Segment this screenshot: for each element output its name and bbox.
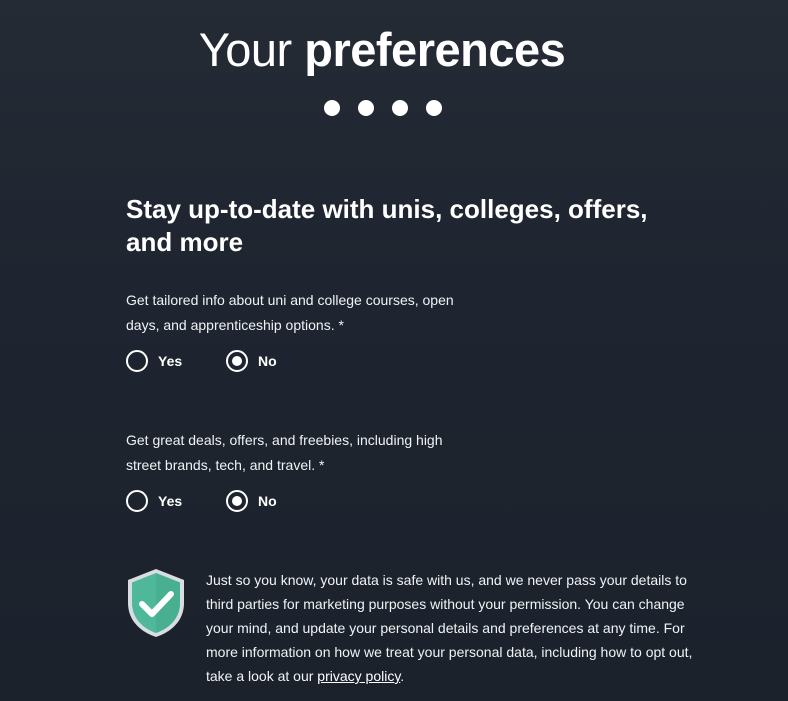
radio-label-yes: Yes	[158, 493, 183, 509]
section-heading: Stay up-to-date with unis, colleges, off…	[126, 194, 648, 257]
privacy-policy-link[interactable]: privacy policy	[317, 668, 400, 684]
shield-check-icon	[128, 569, 184, 637]
page-title: Your preferences	[0, 22, 764, 78]
radio-group-deals-offers: Yes No	[126, 490, 277, 512]
privacy-notice-text: Just so you know, your data is safe with…	[206, 572, 693, 684]
preferences-page: Your preferences Stay up-to-date with un…	[0, 0, 788, 701]
radio-button-yes[interactable]	[126, 350, 148, 372]
radio-button-no[interactable]	[226, 350, 248, 372]
radio-label-no: No	[258, 493, 277, 509]
radio-option-no[interactable]: No	[226, 350, 277, 372]
step-dot	[324, 100, 340, 116]
radio-label-yes: Yes	[158, 353, 183, 369]
step-indicator	[324, 100, 442, 116]
page-title-bold: preferences	[304, 23, 566, 76]
privacy-notice: Just so you know, your data is safe with…	[206, 568, 706, 688]
question-tailored-info: Get tailored info about uni and college …	[126, 292, 454, 333]
step-dot	[358, 100, 374, 116]
radio-group-tailored-info: Yes No	[126, 350, 277, 372]
radio-button-yes[interactable]	[126, 490, 148, 512]
radio-option-yes[interactable]: Yes	[126, 490, 226, 512]
step-dot	[392, 100, 408, 116]
radio-button-no[interactable]	[226, 490, 248, 512]
radio-option-yes[interactable]: Yes	[126, 350, 226, 372]
radio-option-no[interactable]: No	[226, 490, 277, 512]
privacy-notice-end: .	[400, 668, 405, 684]
page-title-light: Your	[198, 23, 292, 76]
step-dot	[426, 100, 442, 116]
question-deals-offers: Get great deals, offers, and freebies, i…	[126, 432, 443, 473]
radio-label-no: No	[258, 353, 277, 369]
